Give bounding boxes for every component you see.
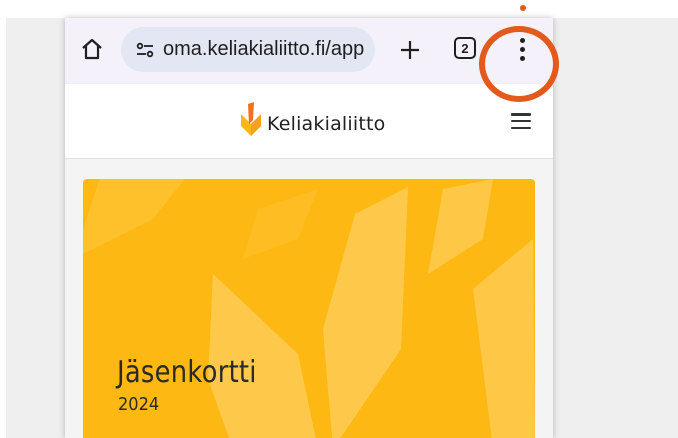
browser-toolbar: oma.keliakialiitto.fi/app 2 — [65, 18, 553, 84]
brand-name: Keliakialiitto — [267, 113, 386, 135]
home-button[interactable] — [77, 34, 107, 64]
new-tab-button[interactable] — [395, 35, 425, 65]
phone-screen: oma.keliakialiitto.fi/app 2 Keliakialiit… — [65, 18, 553, 438]
menu-dot — [519, 46, 525, 52]
more-vert-icon[interactable] — [512, 34, 532, 64]
tune-icon[interactable] — [135, 40, 155, 60]
site-logo[interactable]: Keliakialiitto — [237, 98, 386, 142]
hamburger-menu-icon[interactable] — [511, 113, 531, 129]
membership-card[interactable]: Jäsenkortti 2024 — [83, 179, 535, 438]
wheat-logo-icon — [241, 102, 261, 136]
home-icon — [82, 38, 102, 60]
menu-dot — [519, 37, 525, 43]
url-text[interactable]: oma.keliakialiitto.fi/app — [163, 38, 373, 61]
highlight-dot — [520, 5, 526, 11]
address-bar[interactable]: oma.keliakialiitto.fi/app — [121, 27, 375, 72]
card-year: 2024 — [118, 394, 160, 415]
card-title: Jäsenkortti — [117, 355, 257, 390]
tab-switcher-button[interactable]: 2 — [454, 37, 476, 59]
tab-count: 2 — [461, 40, 469, 56]
page-content: Jäsenkortti 2024 — [65, 159, 553, 438]
site-header: Keliakialiitto — [65, 84, 553, 159]
plus-icon — [401, 41, 419, 59]
menu-dot — [519, 55, 525, 61]
